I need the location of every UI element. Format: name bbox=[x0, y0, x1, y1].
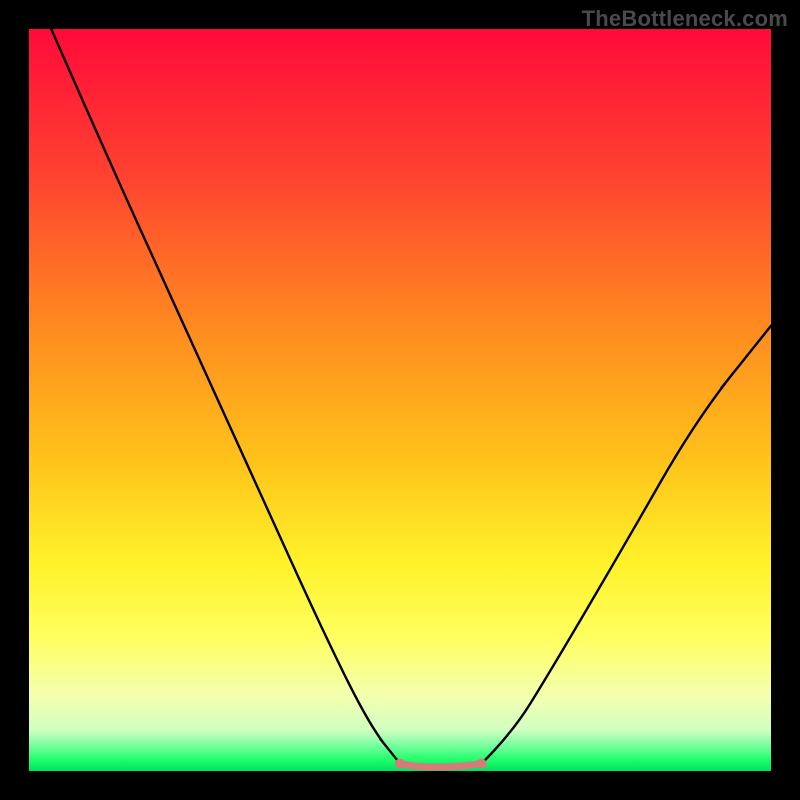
bottom-marker-left bbox=[395, 759, 405, 769]
gradient-background bbox=[29, 29, 771, 771]
curve-flat-bottom bbox=[400, 764, 482, 768]
watermark-text: TheBottleneck.com bbox=[582, 6, 788, 32]
chart-frame: TheBottleneck.com bbox=[0, 0, 800, 800]
plot-area bbox=[29, 29, 771, 771]
bottom-marker-right bbox=[477, 759, 487, 769]
bottleneck-curve-chart bbox=[29, 29, 771, 771]
